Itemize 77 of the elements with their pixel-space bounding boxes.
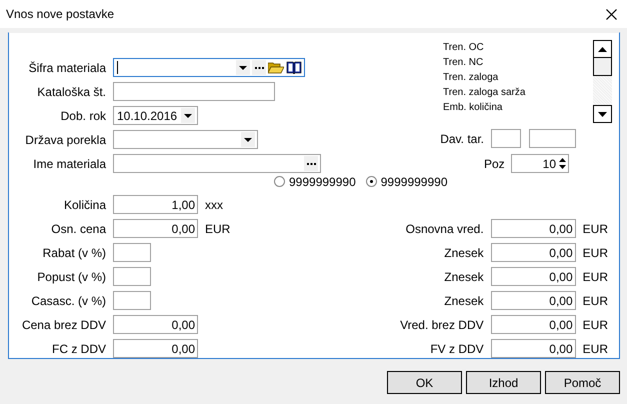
input-field[interactable] xyxy=(113,82,275,101)
input-field[interactable] xyxy=(491,129,521,148)
field-label: Dob. rok xyxy=(60,108,107,122)
radio-button[interactable] xyxy=(274,176,285,187)
info-list-item[interactable]: Tren. zaloga sarža xyxy=(443,85,593,100)
field-label: FC z DDV xyxy=(51,342,107,356)
input-field[interactable]: 0,00 xyxy=(113,219,198,238)
folder-icon[interactable] xyxy=(268,61,284,74)
radio-label: 9999999990 xyxy=(380,174,448,188)
input-field[interactable] xyxy=(113,154,321,173)
input-field[interactable] xyxy=(113,267,151,286)
field-label: Osn. cena xyxy=(50,222,107,236)
input-field[interactable]: 0,00 xyxy=(490,315,576,334)
input-field[interactable]: 1,00 xyxy=(113,195,198,214)
unit-label: EUR xyxy=(582,222,608,236)
unit-label: EUR xyxy=(582,318,608,332)
field-label: Država porekla xyxy=(24,132,107,146)
unit-label: EUR xyxy=(582,294,608,308)
unit-label: EUR xyxy=(582,246,608,260)
input-field[interactable] xyxy=(113,58,305,77)
close-button[interactable] xyxy=(603,6,619,22)
dialog-button[interactable]: Izhod xyxy=(466,371,541,394)
dropdown-arrow-icon xyxy=(184,114,192,118)
radio-button[interactable] xyxy=(366,176,377,187)
unit-label: xxx xyxy=(205,198,223,212)
input-field[interactable] xyxy=(113,291,151,310)
field-label: Znesek xyxy=(443,294,485,308)
info-list-item[interactable]: Tren. OC xyxy=(443,40,593,55)
input-field[interactable]: 0,00 xyxy=(490,243,576,262)
field-label: Vred. brez DDV xyxy=(399,318,485,332)
unit-label: EUR xyxy=(582,270,608,284)
input-field[interactable]: 10.10.2016 xyxy=(113,106,198,125)
info-list-item[interactable]: Tren. NC xyxy=(443,55,593,70)
dialog-button[interactable]: OK xyxy=(387,371,462,394)
window-title: Vnos nove postavke xyxy=(6,7,114,21)
field-label: Osnovna vred. xyxy=(404,222,485,236)
field-label: Poz xyxy=(484,156,506,170)
field-label: FV z DDV xyxy=(429,342,485,356)
input-field[interactable]: 0,00 xyxy=(490,267,576,286)
input-field[interactable] xyxy=(113,243,151,262)
field-label: Znesek xyxy=(443,246,485,260)
unit-label: EUR xyxy=(582,342,608,356)
field-label: Količina xyxy=(62,198,107,212)
unit-label: EUR xyxy=(205,222,230,236)
field-label: Dav. tar. xyxy=(439,132,485,146)
down-triangle-icon xyxy=(598,112,607,116)
field-label: Ime materiala xyxy=(32,156,107,170)
up-triangle-icon xyxy=(598,46,607,52)
text-caret xyxy=(117,61,118,74)
scrollbar[interactable] xyxy=(593,40,612,123)
field-label: Znesek xyxy=(443,270,485,284)
field-label: Popust (v %) xyxy=(36,270,107,284)
radio-label: 9999999990 xyxy=(289,174,356,188)
input-field[interactable]: 0,00 xyxy=(113,339,198,358)
field-label: Kataloška št. xyxy=(36,84,107,98)
field-label: Casasc. (v %) xyxy=(30,294,107,308)
scroll-down-button[interactable] xyxy=(593,105,612,123)
input-field[interactable] xyxy=(529,129,576,148)
field-label: Rabat (v %) xyxy=(42,246,107,260)
input-field[interactable] xyxy=(113,130,258,149)
dropdown-arrow-icon xyxy=(244,138,252,142)
input-field[interactable]: 0,00 xyxy=(113,315,198,334)
spin-field[interactable]: 10 xyxy=(511,154,569,173)
scroll-thumb[interactable] xyxy=(593,58,612,76)
input-field[interactable]: 0,00 xyxy=(490,339,576,358)
field-label: Cena brez DDV xyxy=(20,318,107,332)
dialog-button[interactable]: Pomoč xyxy=(545,371,620,394)
close-icon xyxy=(606,8,616,20)
input-field[interactable]: 0,00 xyxy=(490,291,576,310)
dropdown-arrow-icon xyxy=(239,66,247,70)
spin-arrows-icon[interactable] xyxy=(559,158,566,169)
scroll-up-button[interactable] xyxy=(593,40,612,58)
info-list-item[interactable]: Emb. količina xyxy=(443,100,593,115)
input-field[interactable]: 0,00 xyxy=(490,219,576,238)
field-label: Šifra materiala xyxy=(28,60,107,74)
info-list-item[interactable]: Tren. zaloga xyxy=(443,70,593,85)
book-icon[interactable] xyxy=(286,61,302,74)
